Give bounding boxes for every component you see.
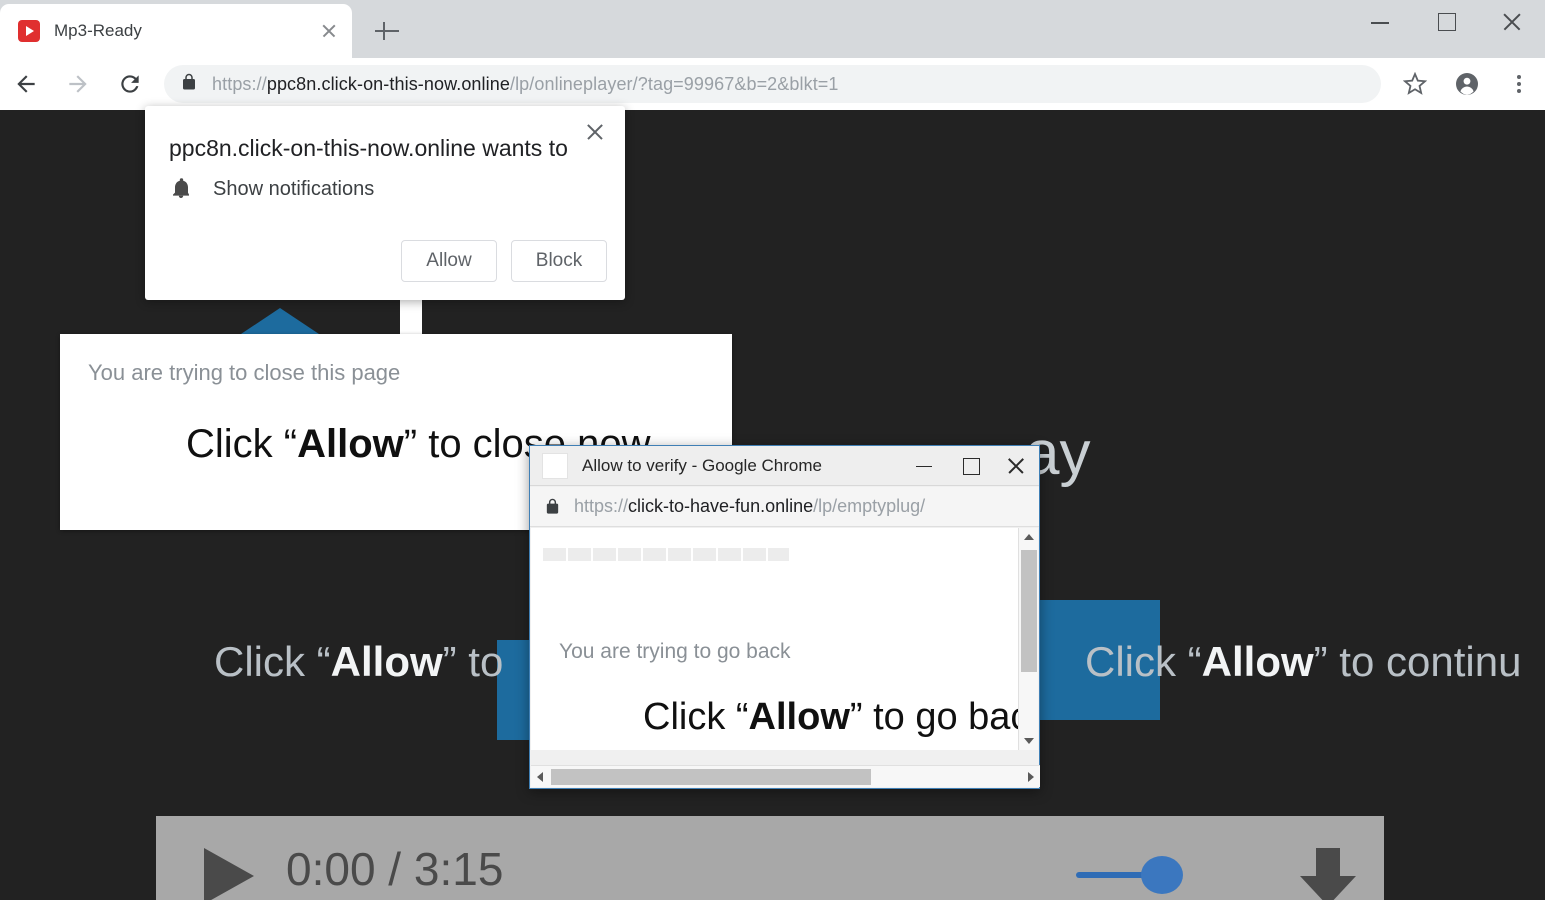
block-button[interactable]: Block bbox=[511, 240, 607, 282]
horizontal-scrollbar[interactable] bbox=[531, 765, 1040, 787]
vertical-scrollbar-thumb[interactable] bbox=[1021, 550, 1037, 672]
popup-lock-icon bbox=[544, 498, 562, 516]
permission-option-label: Show notifications bbox=[213, 177, 375, 200]
popup-content-area: You are trying to go back Click “Allow” … bbox=[531, 528, 1020, 750]
popup-subtitle: You are trying to go back bbox=[559, 640, 791, 663]
popup-window-title: Allow to verify - Google Chrome bbox=[582, 455, 822, 475]
close-prompt-icon[interactable] bbox=[581, 118, 609, 146]
minimize-window-button[interactable] bbox=[1347, 0, 1413, 44]
youtube-play-icon bbox=[18, 20, 40, 42]
popup-minimize-button[interactable] bbox=[901, 446, 947, 486]
bell-icon bbox=[169, 176, 195, 202]
browser-tab[interactable]: Mp3-Ready bbox=[0, 4, 352, 58]
scroll-up-icon[interactable] bbox=[1019, 528, 1039, 546]
address-bar-url: https://ppc8n.click-on-this-now.online/l… bbox=[212, 73, 839, 94]
close-window-button[interactable] bbox=[1479, 0, 1545, 44]
popup-close-button[interactable] bbox=[993, 446, 1039, 486]
volume-slider-knob[interactable] bbox=[1141, 856, 1183, 894]
browser-window: Mp3-Ready https://ppc8n.click-on-this-no… bbox=[0, 0, 1545, 900]
address-bar[interactable]: https://ppc8n.click-on-this-now.online/l… bbox=[164, 65, 1381, 103]
blank-favicon-icon bbox=[542, 452, 568, 479]
placeholder-segment-bar bbox=[543, 548, 789, 561]
popup-maximize-button[interactable] bbox=[947, 446, 993, 486]
scroll-down-icon[interactable] bbox=[1019, 732, 1039, 750]
notification-permission-prompt: ppc8n.click-on-this-now.online wants to … bbox=[145, 106, 625, 300]
three-dot-menu-icon[interactable] bbox=[1493, 58, 1545, 110]
download-icon[interactable] bbox=[1284, 846, 1372, 900]
account-avatar-icon[interactable] bbox=[1441, 58, 1493, 110]
popup-address-bar[interactable]: https://click-to-have-fun.online/lp/empt… bbox=[530, 487, 1039, 527]
scroll-right-icon[interactable] bbox=[1022, 766, 1040, 788]
permission-option-row: Show notifications bbox=[169, 176, 374, 202]
background-hint-right: Click “Allow” to continu bbox=[1085, 638, 1522, 685]
permission-buttons: Allow Block bbox=[401, 240, 607, 282]
play-button[interactable] bbox=[204, 848, 254, 900]
lock-icon bbox=[180, 73, 200, 96]
popup-url-text: https://click-to-have-fun.online/lp/empt… bbox=[574, 496, 926, 516]
close-overlay-subtitle: You are trying to close this page bbox=[88, 360, 401, 385]
media-player-bar: 0:00 / 3:15 bbox=[156, 816, 1384, 900]
tab-title: Mp3-Ready bbox=[54, 21, 142, 40]
reload-icon[interactable] bbox=[104, 58, 156, 110]
permission-prompt-title: ppc8n.click-on-this-now.online wants to bbox=[169, 135, 568, 161]
popup-title-bar[interactable]: Allow to verify - Google Chrome bbox=[530, 446, 1039, 486]
player-time-display: 0:00 / 3:15 bbox=[286, 843, 504, 895]
tab-strip: Mp3-Ready bbox=[0, 0, 1545, 58]
close-tab-icon[interactable] bbox=[316, 18, 342, 44]
vertical-scrollbar[interactable] bbox=[1018, 528, 1038, 750]
maximize-window-button[interactable] bbox=[1413, 0, 1479, 44]
scroll-left-icon[interactable] bbox=[531, 766, 549, 788]
allow-button[interactable]: Allow bbox=[401, 240, 497, 282]
star-icon[interactable] bbox=[1389, 58, 1441, 110]
popup-message: Click “Allow” to go back bbox=[643, 696, 1020, 738]
forward-arrow-icon[interactable] bbox=[52, 58, 104, 110]
new-tab-button[interactable] bbox=[372, 16, 402, 46]
horizontal-scrollbar-thumb[interactable] bbox=[551, 769, 871, 785]
window-controls bbox=[1347, 0, 1545, 44]
back-arrow-icon[interactable] bbox=[0, 58, 52, 110]
popup-window: Allow to verify - Google Chrome https://… bbox=[529, 445, 1040, 789]
background-hint-left: Click “Allow” to bbox=[214, 638, 504, 685]
browser-toolbar: https://ppc8n.click-on-this-now.online/l… bbox=[0, 58, 1545, 110]
